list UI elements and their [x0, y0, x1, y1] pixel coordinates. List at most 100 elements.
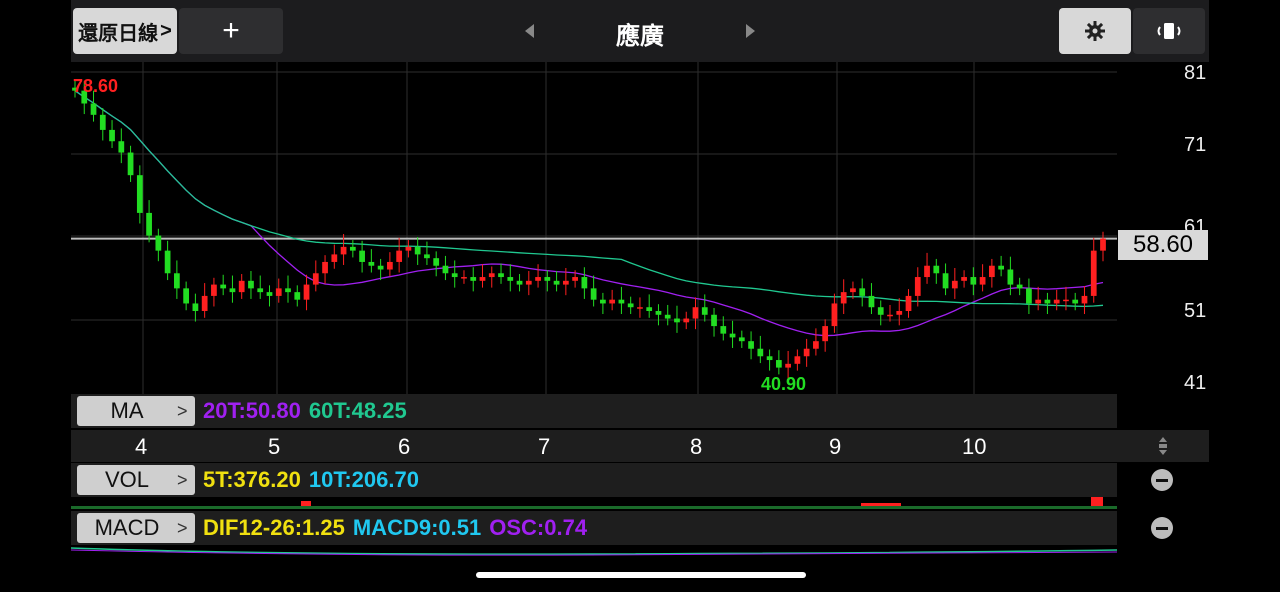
candle: [701, 307, 708, 315]
candle: [275, 288, 282, 296]
month-label: 9: [829, 434, 842, 459]
candle: [146, 212, 152, 236]
candle: [368, 261, 375, 266]
candle: [442, 265, 449, 274]
candle: [924, 265, 930, 278]
candle: [1090, 250, 1097, 296]
macd-indicator-button[interactable]: MACD >: [77, 513, 195, 543]
candle: [748, 341, 754, 349]
candle: [988, 265, 995, 278]
candle: [729, 333, 736, 338]
candle: [498, 273, 504, 278]
high-price-annotation: 78.60: [73, 76, 119, 96]
stock-title: 應廣: [616, 23, 664, 50]
candle: [424, 254, 430, 259]
candle: [359, 250, 365, 262]
candle: [322, 261, 328, 274]
vol-indicator-button[interactable]: VOL >: [77, 465, 195, 495]
candle: [637, 307, 643, 309]
candle: [525, 280, 532, 285]
rotate-screen-button[interactable]: [1133, 8, 1205, 54]
dif-value: DIF12-26:1.25: [203, 515, 345, 540]
candle: [136, 175, 143, 213]
candle: [970, 277, 977, 285]
macd-values: DIF12-26:1.25 MACD9:0.51 OSC:0.74: [203, 515, 595, 541]
settings-button[interactable]: [1059, 8, 1131, 54]
candle: [266, 292, 273, 296]
month-label: 5: [268, 434, 281, 459]
candle: [470, 277, 477, 281]
candle: [961, 277, 967, 281]
candle: [109, 129, 115, 142]
vol-indicator-row: VOL > 5T:376.20 10T:206.70: [71, 463, 1117, 497]
candle: [562, 280, 569, 285]
candle: [711, 314, 717, 327]
candle: [664, 314, 671, 319]
candle: [331, 254, 338, 262]
candle: [998, 265, 1004, 270]
ma-indicator-button[interactable]: MA >: [77, 396, 195, 426]
ma20-value: 20T:50.80: [203, 398, 301, 423]
candle: [785, 363, 791, 368]
candle: [201, 295, 208, 311]
ma60-value: 60T:48.25: [308, 398, 407, 423]
ma-indicator-row: MA > 20T:50.80 60T:48.25: [71, 394, 1117, 428]
candle: [183, 288, 190, 304]
next-stock-icon[interactable]: [746, 24, 755, 38]
chevron-right-icon: >: [177, 469, 188, 490]
candle: [1072, 299, 1079, 304]
candle: [887, 314, 893, 317]
candle: [1044, 299, 1051, 304]
candle: [488, 273, 495, 278]
candle: [822, 326, 829, 342]
month-label: 7: [538, 434, 551, 459]
candle: [99, 114, 106, 130]
candle: [294, 292, 301, 300]
candle: [1026, 288, 1032, 304]
candle: [831, 303, 838, 327]
candle: [683, 318, 690, 323]
macd-strip: [71, 547, 1117, 556]
candle: [803, 348, 810, 357]
vol-values: 5T:376.20 10T:206.70: [203, 467, 427, 493]
candle: [674, 318, 680, 323]
candle: [933, 265, 940, 274]
candle: [813, 341, 819, 349]
candle: [720, 326, 727, 334]
candle: [238, 280, 245, 293]
candle: [155, 235, 162, 251]
candle: [609, 299, 616, 304]
candle: [90, 103, 97, 115]
candle: [118, 141, 125, 153]
candle: [738, 337, 745, 342]
candle: [627, 303, 634, 308]
candle: [396, 250, 403, 262]
candle: [766, 356, 773, 361]
remove-vol-icon[interactable]: [1151, 469, 1173, 491]
resize-handle-icon[interactable]: [1156, 434, 1170, 458]
candle: [572, 277, 578, 281]
price-axis-label: 51: [1184, 300, 1207, 322]
vol10-value: 10T:206.70: [308, 467, 419, 492]
candle: [655, 311, 662, 315]
ma-label: MA: [110, 398, 144, 423]
candle: [850, 288, 856, 293]
candle: [859, 288, 866, 296]
candle: [174, 273, 180, 289]
candle: [1100, 238, 1106, 251]
home-indicator: [476, 572, 806, 578]
candle: [164, 250, 171, 274]
remove-macd-icon[interactable]: [1151, 517, 1173, 539]
candle: [868, 295, 875, 308]
candle: [433, 258, 440, 266]
candle: [1007, 269, 1014, 285]
candle: [461, 277, 467, 279]
candle: [451, 273, 458, 278]
candle: [312, 273, 319, 285]
price-chart[interactable]: [71, 62, 1209, 394]
candle: [590, 288, 597, 300]
candle: [544, 277, 551, 281]
candle: [1081, 295, 1088, 304]
chevron-right-icon: >: [177, 517, 188, 538]
vol-label: VOL: [104, 467, 150, 492]
